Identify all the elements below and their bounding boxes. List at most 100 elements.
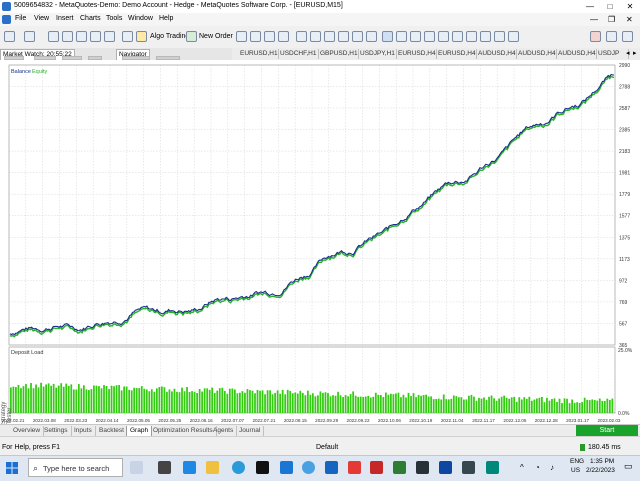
start-button[interactable]: Start [576,425,638,436]
taskbar-search-box[interactable]: ⌕ Type here to search [28,458,123,477]
strategy-tester-icon[interactable] [104,31,115,42]
chart-tab[interactable]: USDCHF,H1 [276,49,319,59]
vertical-line-icon[interactable] [410,31,421,42]
channel-icon[interactable] [452,31,463,42]
word-icon[interactable] [325,461,338,474]
zoom-in-icon[interactable] [296,31,307,42]
edge-browser-icon[interactable] [232,461,245,474]
chart-tab[interactable]: AUDUSD,H4 [514,49,557,59]
app-icon[interactable] [486,461,499,474]
y-tick-label: 1981 [619,171,630,177]
crosshair-icon[interactable] [396,31,407,42]
fibonacci-icon[interactable] [466,31,477,42]
files-app-icon[interactable] [183,461,196,474]
tab-overview[interactable]: Overview [10,426,45,436]
shapes-icon[interactable] [494,31,505,42]
tab-settings[interactable]: Settings [41,426,72,436]
menu-view[interactable]: View [34,15,49,22]
tab-inputs[interactable]: Inputs [71,426,96,436]
metaeditor-app-icon[interactable] [439,461,452,474]
menu-window[interactable]: Window [128,15,153,22]
tray-chevron-icon[interactable]: ^ [520,463,524,472]
buy-icon[interactable] [236,31,247,42]
new-order-button[interactable]: New Order [199,31,233,43]
child-restore-button[interactable]: ❐ [608,15,615,24]
trendline-icon[interactable] [438,31,449,42]
tab-backtest[interactable]: Backtest [96,426,128,436]
chart-tab[interactable]: AUDUSD,H4 [474,49,517,59]
navigator-icon[interactable] [76,31,87,42]
metaeditor-icon[interactable] [122,31,133,42]
file-explorer-icon[interactable] [206,461,219,474]
data-window-icon[interactable] [62,31,73,42]
volume-icon[interactable]: ♪ [550,463,554,472]
algo-trading-button[interactable]: Algo Trading [150,31,189,43]
menu-app-icon[interactable] [2,15,11,24]
mail-icon[interactable] [280,461,293,474]
weather-widget-icon[interactable] [130,461,143,474]
cursor-icon[interactable] [382,31,393,42]
metatrader-icon[interactable] [256,461,269,474]
terminal-app-icon[interactable] [416,461,429,474]
child-close-button[interactable]: ✕ [626,15,633,24]
opera-icon[interactable] [370,461,383,474]
maximize-button[interactable]: □ [600,0,620,13]
minimize-button[interactable]: — [580,0,600,13]
account-icon[interactable] [622,31,633,42]
deposit-load-bar [226,393,229,413]
chart-shift-icon[interactable] [352,31,363,42]
tab-journal[interactable]: Journal [236,426,265,436]
periods-icon[interactable] [508,31,519,42]
input-region[interactable]: US [571,467,580,474]
deposit-load-bar [503,395,506,413]
terminal-icon[interactable] [90,31,101,42]
bar-chart-icon[interactable] [250,31,261,42]
alert-icon[interactable] [590,31,601,42]
strategy-app-icon[interactable] [462,461,475,474]
excel-icon[interactable] [393,461,406,474]
windows-start-icon[interactable] [6,462,18,474]
deposit-load-bar [525,398,528,413]
acrobat-icon[interactable] [348,461,361,474]
deposit-load-bar [543,402,546,413]
line-chart-icon[interactable] [278,31,289,42]
text-tool-icon[interactable] [480,31,491,42]
menu-insert[interactable]: Insert [56,15,74,22]
tab-agents[interactable]: Agents [210,426,238,436]
autoscroll-icon[interactable] [338,31,349,42]
deposit-load-bar [578,402,581,413]
new-chart-icon[interactable] [4,31,15,42]
chart-tab[interactable]: GBPUSD,H1 [316,49,359,59]
notifications-icon[interactable]: ▭ [624,461,633,472]
input-language[interactable]: ENG [570,458,584,465]
market-watch-icon[interactable] [48,31,59,42]
network-icon[interactable]: ◔ [535,463,540,472]
menu-tools[interactable]: Tools [106,15,122,22]
zoom-out-icon[interactable] [310,31,321,42]
indicators-icon[interactable] [366,31,377,42]
chart-tab[interactable]: EURUSD,H4 [434,49,477,59]
chart-tab[interactable]: USDJP [594,49,629,59]
tabs-scroll-left-icon[interactable]: ◂ [626,49,630,57]
tab-optimization-results[interactable]: Optimization Results [150,426,217,436]
deposit-load-bar [523,397,526,413]
chart-tab[interactable]: AUDUSD,H4 [554,49,597,59]
task-view-icon[interactable] [158,461,171,474]
menu-file[interactable]: File [15,15,26,22]
chart-tab[interactable]: USDJPY,H1 [356,49,397,59]
chart-tab[interactable]: EURUSD,H4 [394,49,437,59]
profiles-icon[interactable] [24,31,35,42]
clock-date[interactable]: 2/22/2023 [586,467,615,474]
chrome-icon[interactable] [302,461,315,474]
menu-charts[interactable]: Charts [80,15,101,22]
menu-help[interactable]: Help [159,15,173,22]
chart-tab[interactable]: EURUSD,H1 [236,49,279,59]
child-minimize-button[interactable]: — [590,15,598,24]
horizontal-line-icon[interactable] [424,31,435,42]
tabs-scroll-right-icon[interactable]: ▸ [633,49,637,57]
candlestick-icon[interactable] [264,31,275,42]
tile-windows-icon[interactable] [324,31,335,42]
search-icon[interactable] [606,31,617,42]
close-button[interactable]: ✕ [620,0,640,13]
clock-time[interactable]: 1:35 PM [590,458,614,465]
